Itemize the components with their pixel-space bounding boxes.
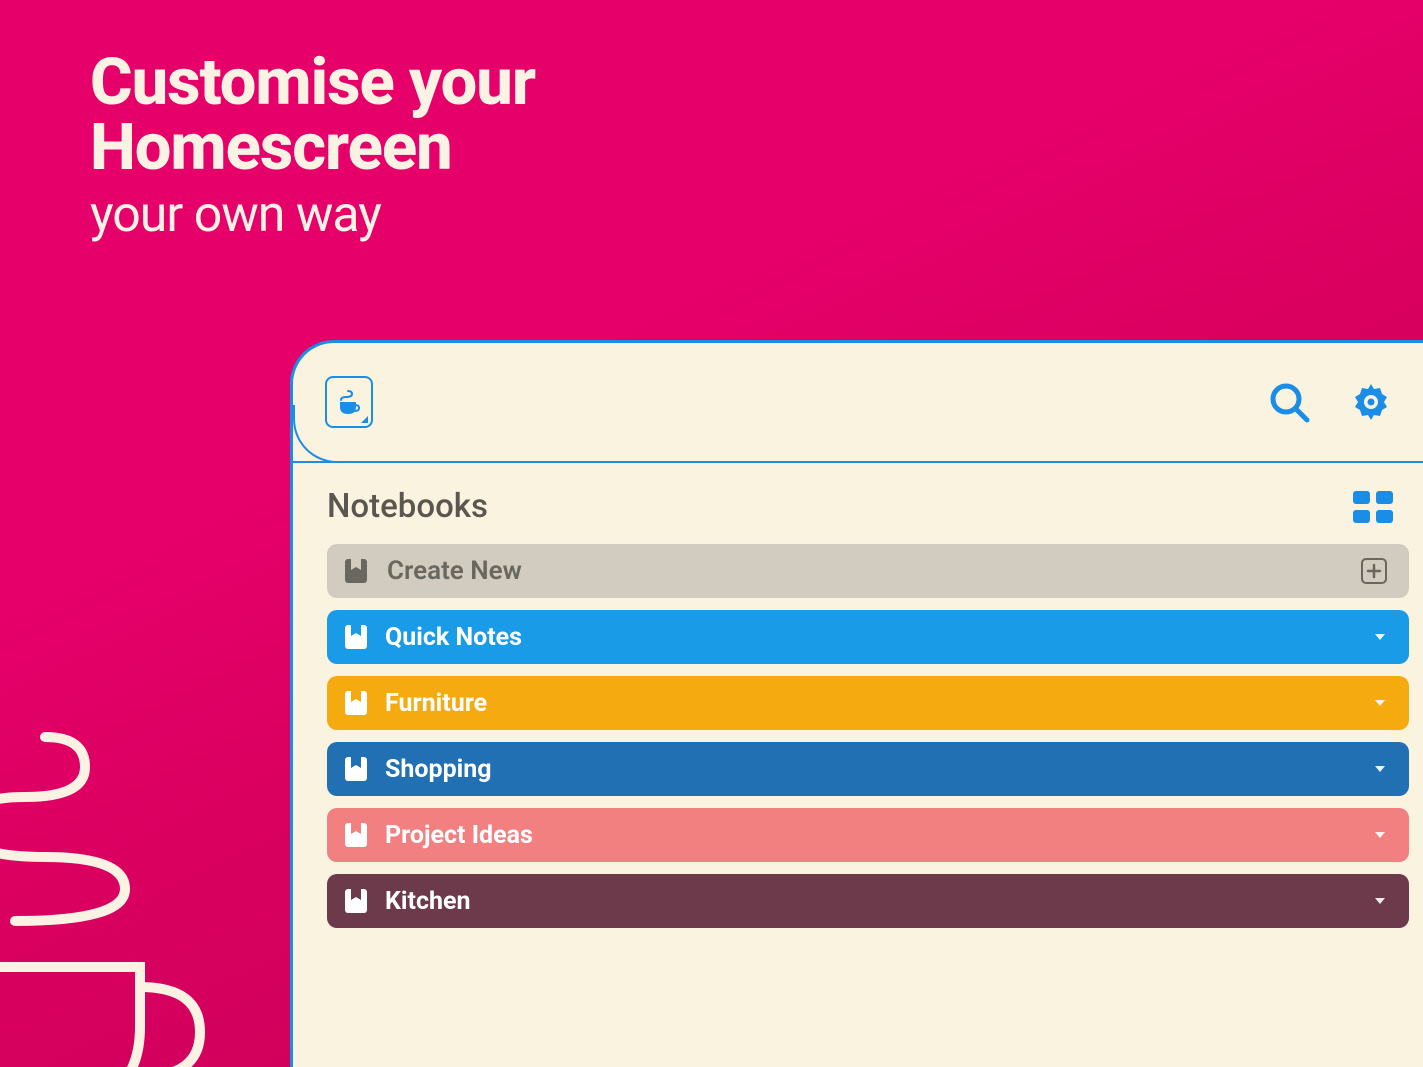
notebook-label: Furniture	[385, 689, 1373, 718]
coffee-cup-icon	[335, 388, 363, 416]
notebook-row[interactable]: Furniture	[327, 676, 1409, 730]
grid-view-icon[interactable]	[1353, 491, 1393, 523]
gear-icon[interactable]	[1349, 380, 1393, 424]
notebook-icon	[345, 625, 367, 649]
section-title: Notebooks	[327, 487, 488, 526]
notebook-label: Shopping	[385, 755, 1373, 784]
notebook-list: Create New Quick Notes	[327, 544, 1409, 928]
notebook-row[interactable]: Quick Notes	[327, 610, 1409, 664]
notebook-icon	[345, 889, 367, 913]
hero-headline: Customise your Homescreen your own way	[90, 50, 535, 244]
notebook-icon	[345, 691, 367, 715]
content-panel: Notebooks Create New	[293, 463, 1423, 928]
plus-icon	[1361, 558, 1387, 584]
notebook-icon	[345, 823, 367, 847]
chevron-down-icon	[1373, 696, 1387, 710]
hero-title-line2: Homescreen	[90, 109, 452, 185]
cup-outline-illustration	[0, 717, 240, 1067]
app-window: Notebooks Create New	[290, 340, 1423, 1067]
notebook-label: Project Ideas	[385, 821, 1373, 850]
topbar	[293, 343, 1423, 463]
notebook-label: Kitchen	[385, 887, 1373, 916]
chevron-down-icon	[1373, 630, 1387, 644]
notebook-row[interactable]: Project Ideas	[327, 808, 1409, 862]
hero-subtitle: your own way	[90, 186, 535, 244]
notebook-icon	[345, 559, 367, 583]
search-icon[interactable]	[1267, 380, 1311, 424]
chevron-down-icon	[1373, 828, 1387, 842]
chevron-down-icon	[1373, 894, 1387, 908]
notebook-row[interactable]: Kitchen	[327, 874, 1409, 928]
notebook-icon	[345, 757, 367, 781]
create-new-row[interactable]: Create New	[327, 544, 1409, 598]
notebook-row[interactable]: Shopping	[327, 742, 1409, 796]
chevron-down-icon	[1373, 762, 1387, 776]
notebook-label: Quick Notes	[385, 623, 1373, 652]
app-logo[interactable]	[325, 376, 373, 428]
create-new-label: Create New	[387, 556, 1361, 586]
